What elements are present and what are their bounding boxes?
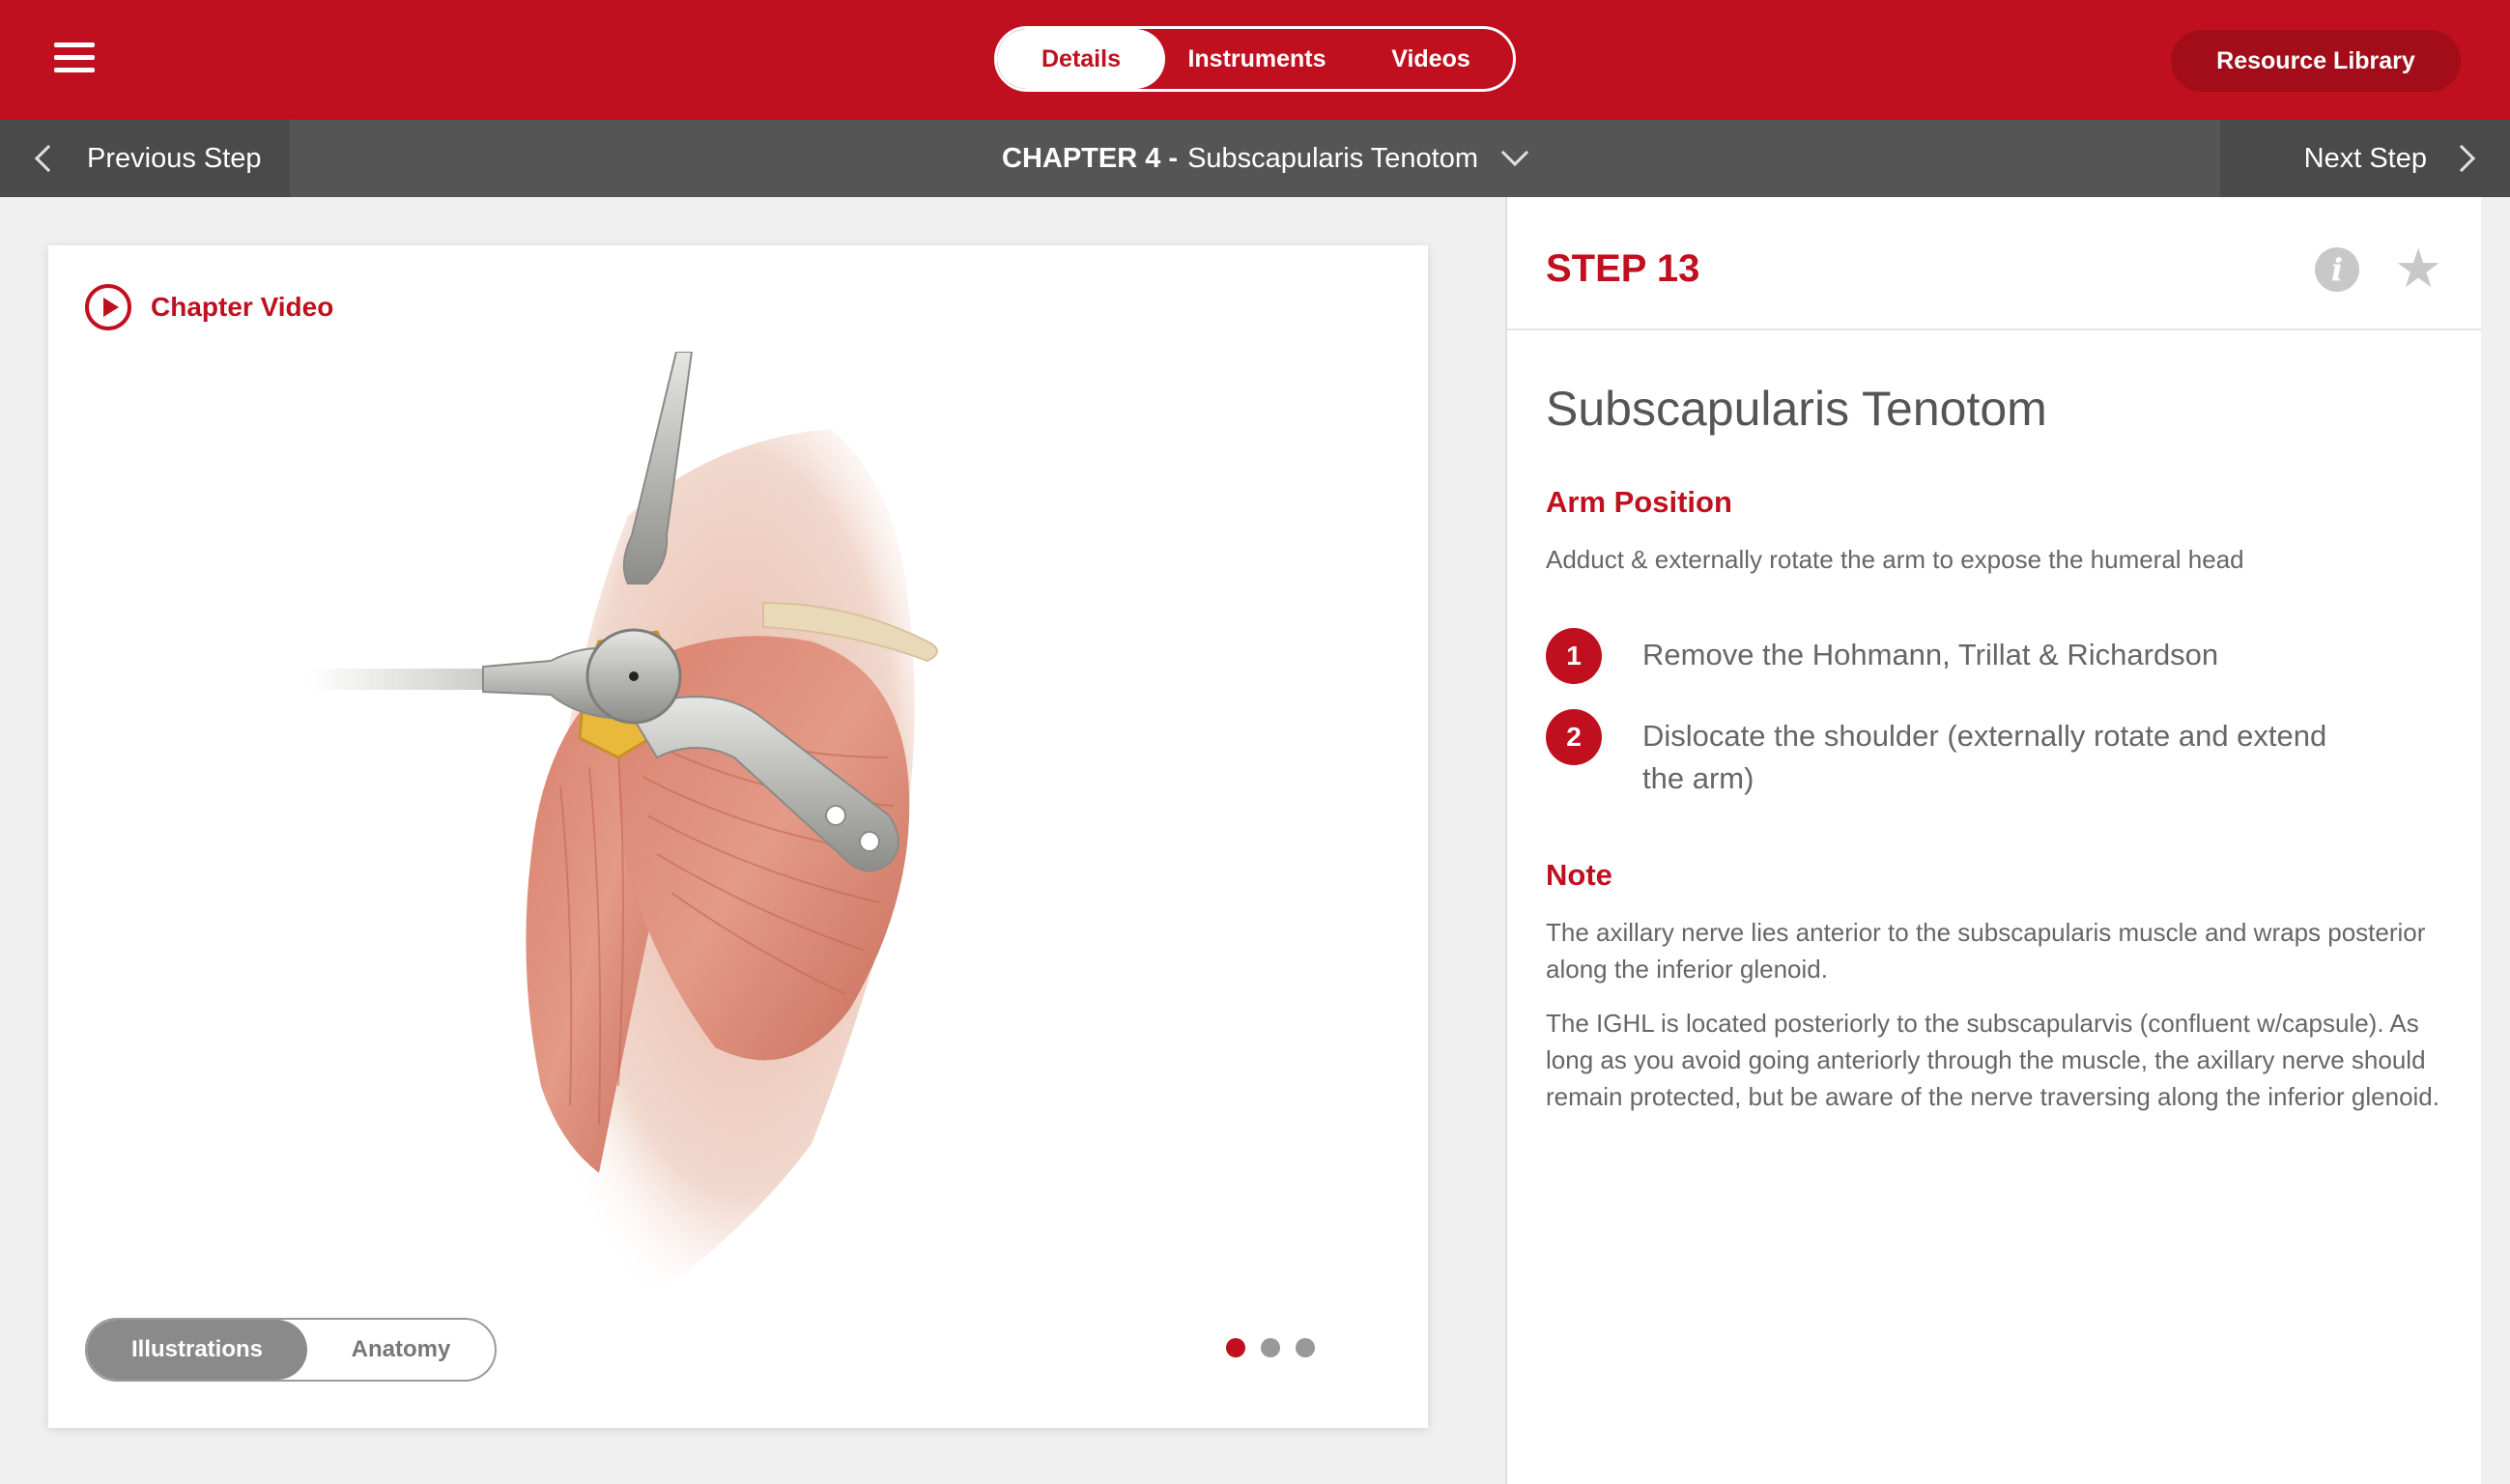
hamburger-menu-icon[interactable] [54, 43, 95, 77]
chevron-left-icon [34, 144, 63, 173]
view-toggle: Illustrations Anatomy [85, 1318, 497, 1382]
step-number-badge: 2 [1546, 709, 1602, 765]
arm-position-heading: Arm Position [1546, 485, 1732, 519]
play-circle-icon [85, 284, 131, 330]
top-bar: Details Instruments Videos Resource Libr… [0, 0, 2510, 120]
list-item: 1 Remove the Hohmann, Trillat & Richards… [1546, 628, 2454, 684]
illustrations-toggle[interactable]: Illustrations [87, 1320, 307, 1380]
chapter-title: Subscapularis Tenotom [1187, 142, 1478, 174]
step-list: 1 Remove the Hohmann, Trillat & Richards… [1546, 628, 2454, 800]
next-step-button[interactable]: Next Step [2220, 120, 2510, 197]
previous-step-label: Previous Step [87, 142, 262, 174]
step-text: Remove the Hohmann, Trillat & Richardson [1642, 638, 2219, 671]
tab-details[interactable]: Details [997, 29, 1165, 89]
step-number: STEP 13 [1546, 247, 1700, 290]
info-icon[interactable]: i [2315, 247, 2359, 292]
note-paragraph: The IGHL is located posteriorly to the s… [1546, 1009, 2439, 1111]
chapter-selector[interactable]: CHAPTER 4 - Subscapularis Tenotom [1002, 120, 1529, 197]
previous-step-button[interactable]: Previous Step [0, 120, 290, 197]
list-item: 2 Dislocate the shoulder (externally rot… [1546, 709, 2454, 800]
step-title: Subscapularis Tenotom [1546, 382, 2047, 436]
view-tabs: Details Instruments Videos [994, 26, 1516, 92]
media-card: Chapter Video Illustrations Anatomy [48, 245, 1428, 1428]
carousel-dot-2[interactable] [1261, 1338, 1280, 1357]
carousel-dot-3[interactable] [1296, 1338, 1315, 1357]
chevron-down-icon [1500, 138, 1529, 167]
step-content: Subscapularis Tenotom Arm Position Adduc… [1546, 381, 2454, 1132]
tab-videos[interactable]: Videos [1349, 29, 1513, 89]
step-number-badge: 1 [1546, 628, 1602, 684]
anatomy-toggle[interactable]: Anatomy [307, 1320, 495, 1380]
step-detail-panel: STEP 13 i ★ Subscapularis Tenotom Arm Po… [1505, 197, 2481, 1484]
carousel-dots [1226, 1338, 1330, 1357]
chapter-video-link[interactable]: Chapter Video [85, 284, 333, 330]
tab-instruments[interactable]: Instruments [1165, 29, 1349, 89]
next-step-label: Next Step [2303, 142, 2427, 174]
carousel-dot-1[interactable] [1226, 1338, 1245, 1357]
shoulder-illustration [309, 352, 938, 1308]
chevron-right-icon [2447, 144, 2476, 173]
star-favorite-icon[interactable]: ★ [2394, 242, 2442, 296]
note-heading: Note [1546, 858, 1612, 892]
chapter-video-label: Chapter Video [151, 292, 334, 322]
chapter-number: CHAPTER 4 - [1002, 142, 1179, 174]
arm-position-text: Adduct & externally rotate the arm to ex… [1546, 545, 2244, 574]
step-navigation-bar: Previous Step CHAPTER 4 - Subscapularis … [0, 120, 2510, 197]
note-paragraph: The axillary nerve lies anterior to the … [1546, 918, 2426, 984]
step-text: Dislocate the shoulder (externally rotat… [1642, 719, 2327, 795]
resource-library-button[interactable]: Resource Library [2171, 30, 2461, 92]
panel-header: STEP 13 i ★ [1507, 197, 2481, 330]
